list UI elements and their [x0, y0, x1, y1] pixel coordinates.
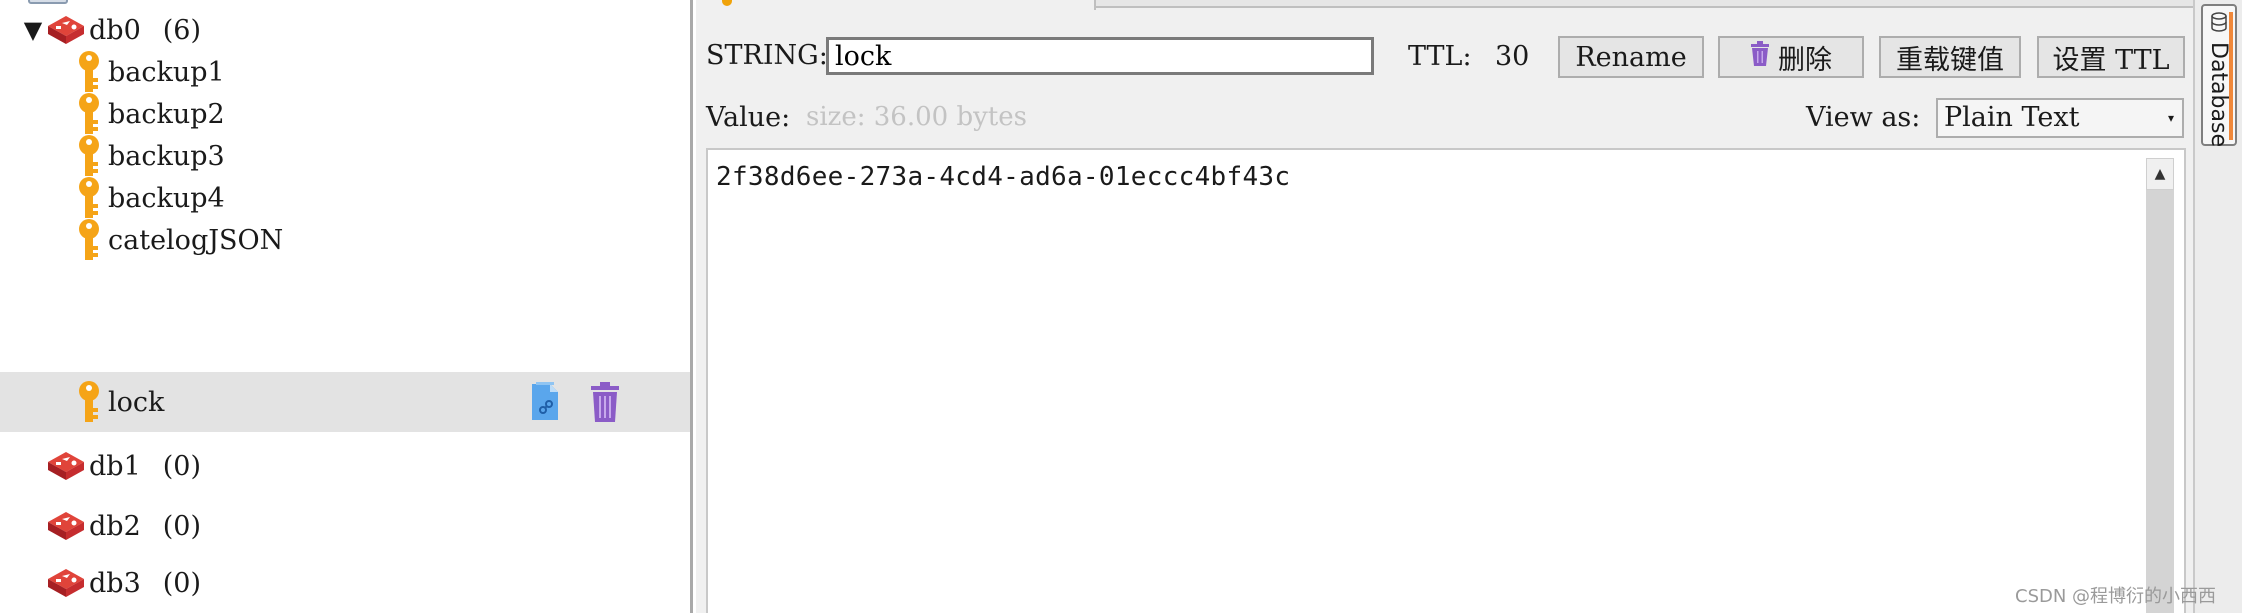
tree-db1[interactable]: db1 (0) — [0, 436, 690, 496]
watermark: CSDN @程博衍的小西西 — [2015, 586, 2217, 607]
view-as-label: View as: — [1806, 102, 1921, 133]
tree-db3[interactable]: db3 (0) — [0, 553, 690, 613]
db-key-count: (0) — [162, 510, 201, 542]
view-as-select[interactable]: Plain Text ▾ — [1936, 98, 2184, 138]
redis-database-icon — [45, 563, 87, 603]
key-tree-panel: ▼ db0 (6) backup1 backup2 backup3 backup… — [0, 0, 693, 613]
database-icon — [2211, 12, 2227, 32]
tree-key-lock[interactable]: lock — [0, 372, 690, 432]
db-name: db1 — [89, 450, 141, 482]
reload-value-button[interactable]: 重载键值 — [1879, 36, 2021, 78]
key-type-label: STRING: — [706, 40, 828, 71]
scroll-up-icon[interactable]: ▲ — [2146, 158, 2174, 190]
key-name: lock — [108, 386, 165, 418]
key-detail-panel: STRING: TTL: 30 Rename 删除 重载键值 设置 TTL Va… — [696, 0, 2193, 613]
chevron-down-icon: ▾ — [2167, 111, 2174, 125]
key-name-field[interactable] — [826, 37, 1374, 75]
value-label: Value: — [706, 102, 791, 133]
redis-database-icon — [45, 506, 87, 546]
tab-icon — [722, 0, 732, 6]
ttl-value: 30 — [1495, 41, 1530, 72]
tab-strip — [696, 0, 2193, 10]
key-icon — [76, 380, 102, 424]
db-key-count: (0) — [162, 567, 201, 599]
db-key-count: (6) — [162, 14, 201, 46]
db-name: db2 — [89, 510, 141, 542]
ttl-label: TTL: — [1408, 41, 1472, 72]
key-icon — [76, 218, 102, 262]
redis-database-icon — [45, 446, 87, 486]
reload-label: 重载键值 — [1896, 44, 2004, 76]
set-ttl-button[interactable]: 设置 TTL — [2037, 36, 2185, 78]
trash-icon — [1750, 40, 1770, 74]
row-actions — [528, 380, 622, 431]
side-tool-strip: Database — [2193, 0, 2242, 613]
key-name: backup4 — [108, 182, 225, 214]
key-name: backup3 — [108, 140, 225, 172]
db-name: db0 — [89, 14, 141, 46]
vertical-scrollbar[interactable]: ▲ — [2146, 158, 2174, 613]
delete-button[interactable]: 删除 — [1718, 36, 1864, 78]
expand-arrow-icon[interactable]: ▼ — [21, 16, 45, 44]
delete-label: 删除 — [1778, 44, 1832, 76]
database-tab-label: Database — [2206, 42, 2231, 147]
tab-active[interactable] — [696, 0, 1096, 10]
tree-key-catelogjson[interactable]: catelogJSON — [0, 210, 690, 270]
rename-button[interactable]: Rename — [1558, 36, 1704, 78]
db-key-count: (0) — [162, 450, 201, 482]
value-size-hint: size: 36.00 bytes — [806, 102, 1027, 132]
key-name: catelogJSON — [108, 224, 284, 256]
tree-db2[interactable]: db2 (0) — [0, 496, 690, 556]
value-content[interactable]: 2f38d6ee-273a-4cd4-ad6a-01eccc4bf43c — [716, 162, 1290, 192]
db-name: db3 — [89, 567, 141, 599]
set-ttl-label: 设置 TTL — [2052, 44, 2170, 76]
database-tool-tab[interactable]: Database — [2201, 4, 2237, 147]
key-name: backup1 — [108, 56, 225, 88]
view-as-selected: Plain Text — [1944, 102, 2080, 133]
rename-label: Rename — [1575, 41, 1687, 73]
value-editor[interactable]: 2f38d6ee-273a-4cd4-ad6a-01eccc4bf43c ▲ — [706, 148, 2186, 613]
copy-key-icon[interactable] — [528, 380, 564, 431]
trash-icon[interactable] — [588, 380, 622, 431]
key-name: backup2 — [108, 98, 225, 130]
